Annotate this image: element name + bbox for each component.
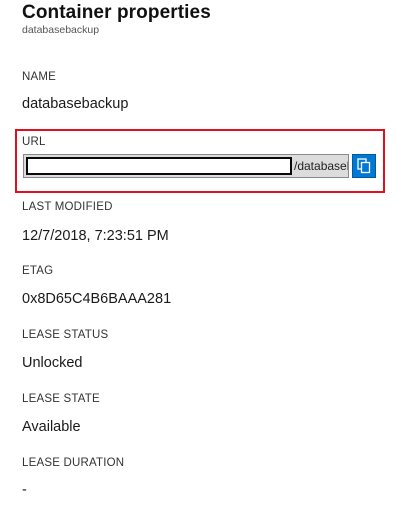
etag-label: ETAG bbox=[22, 265, 54, 277]
etag-value: 0x8D65C4B6BAAA281 bbox=[22, 291, 172, 307]
lease-state-label: LEASE STATE bbox=[22, 393, 100, 405]
lease-duration-label: LEASE DURATION bbox=[22, 457, 125, 469]
url-redaction bbox=[26, 157, 292, 175]
lease-state-value: Available bbox=[22, 419, 81, 435]
copy-icon bbox=[357, 158, 371, 174]
url-field[interactable]: /databasebackup bbox=[23, 154, 349, 178]
name-label: NAME bbox=[22, 71, 57, 83]
name-value: databasebackup bbox=[22, 96, 129, 112]
panel-subtitle: databasebackup bbox=[22, 24, 100, 36]
container-properties-panel: Container properties databasebackup NAME… bbox=[0, 0, 396, 507]
lease-status-label: LEASE STATUS bbox=[22, 329, 109, 341]
url-label: URL bbox=[22, 136, 46, 148]
last-modified-label: LAST MODIFIED bbox=[22, 201, 113, 213]
last-modified-value: 12/7/2018, 7:23:51 PM bbox=[22, 228, 169, 244]
url-value-tail: /databasebackup bbox=[294, 159, 348, 173]
lease-status-value: Unlocked bbox=[22, 355, 83, 371]
lease-duration-value: - bbox=[22, 482, 27, 498]
copy-url-button[interactable] bbox=[352, 154, 376, 178]
panel-title: Container properties bbox=[22, 2, 211, 23]
